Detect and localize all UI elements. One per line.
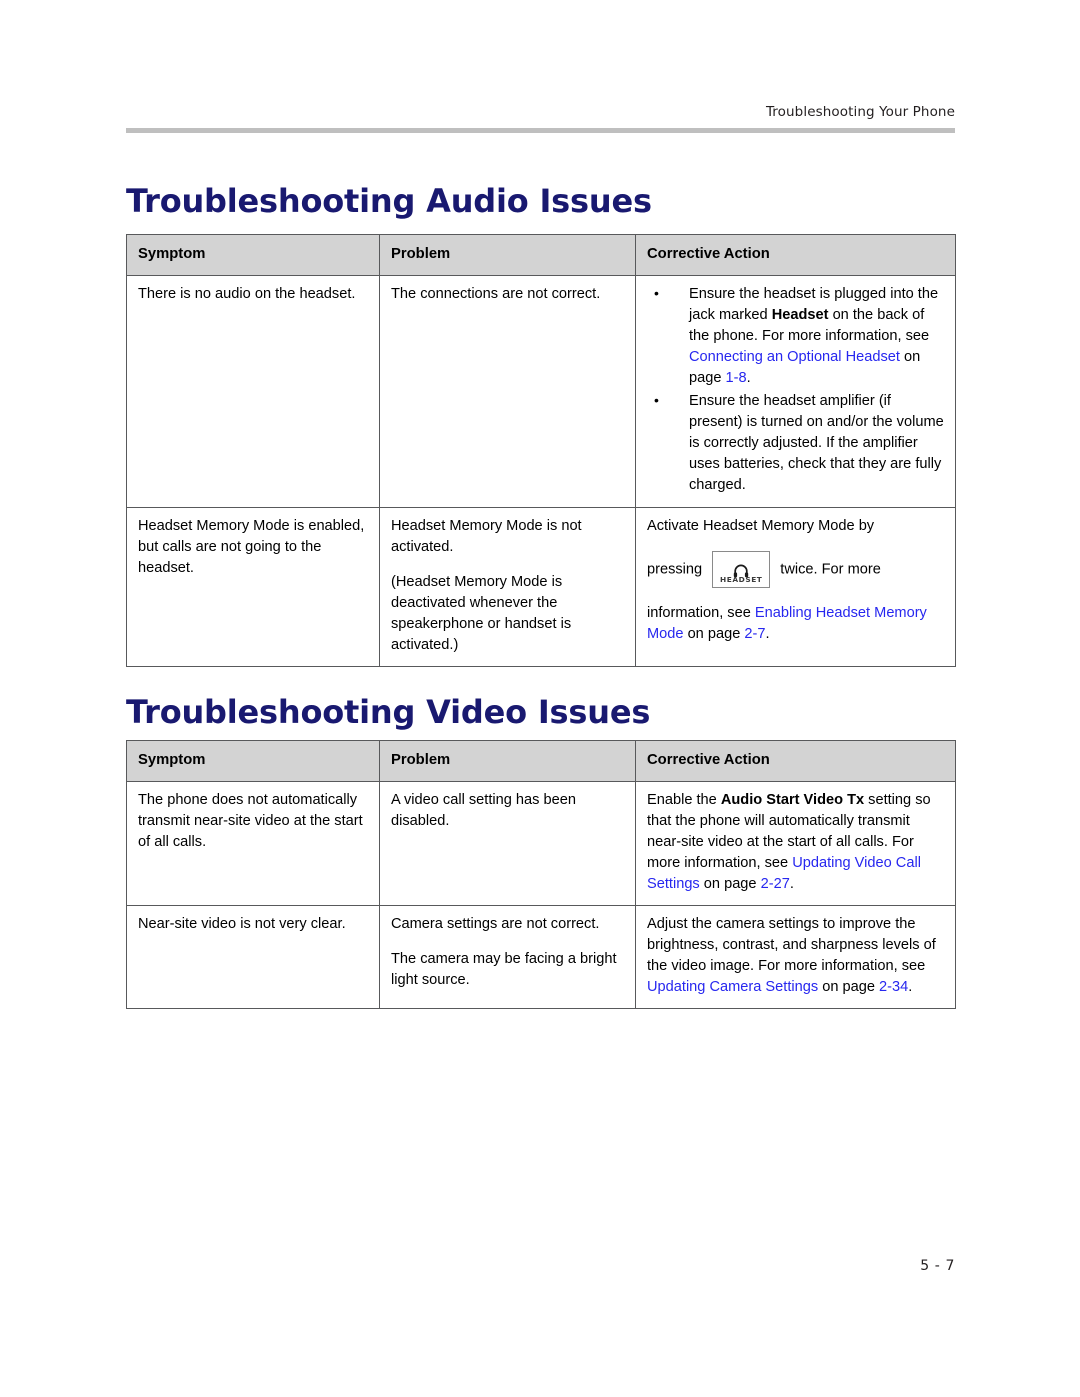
- corrective-action-text-with-key: pressing HEADSET twice. For more: [647, 551, 945, 589]
- cross-reference-link[interactable]: 2-27: [761, 876, 790, 892]
- text-run: Ensure the headset amplifier (if present…: [689, 393, 944, 494]
- list-item: Ensure the headset amplifier (if present…: [647, 390, 945, 496]
- headphone-icon: [713, 556, 769, 578]
- symptom-text: Headset Memory Mode is enabled, but call…: [138, 518, 365, 577]
- headset-key-label: HEADSET: [720, 574, 763, 584]
- text-run: on page: [683, 625, 745, 642]
- problem-text: A video call setting has been disabled.: [391, 792, 576, 830]
- troubleshooting-audio-table: Symptom Problem Corrective Action There …: [126, 233, 956, 668]
- table-header-row: Symptom Problem Corrective Action: [126, 739, 956, 783]
- text-run: Activate Headset Memory Mode by: [647, 518, 875, 535]
- symptom-text: There is no audio on the headset.: [138, 286, 356, 303]
- running-header: Troubleshooting Your Phone: [765, 104, 955, 120]
- column-header-corrective-action: Corrective Action: [635, 233, 956, 277]
- cell-symptom: There is no audio on the headset.: [126, 275, 380, 509]
- text-run: twice. For more: [776, 561, 881, 578]
- column-header-symptom: Symptom: [126, 739, 380, 783]
- corrective-action-text: Enable the Audio Start Video Tx setting …: [647, 790, 945, 895]
- column-header-symptom: Symptom: [126, 233, 380, 277]
- problem-text: The camera may be facing a bright light …: [391, 951, 617, 989]
- text-run: on page: [818, 979, 880, 996]
- headset-key-icon: HEADSET: [712, 551, 771, 589]
- emphasis-text: Audio Start Video Tx: [720, 792, 865, 809]
- cell-problem: Camera settings are not correct. The cam…: [379, 905, 636, 1010]
- cell-corrective-action: Ensure the headset is plugged into the j…: [635, 275, 956, 509]
- page-number: 5 - 7: [920, 1258, 955, 1274]
- text-run: .: [908, 979, 913, 996]
- page-title-audio: Troubleshooting Audio Issues: [126, 182, 652, 221]
- cross-reference-link[interactable]: 2-7: [744, 626, 765, 642]
- text-run: .: [746, 370, 751, 387]
- table-row: Near-site video is not very clear. Camer…: [126, 905, 956, 1010]
- text-run: Adjust the camera settings to improve th…: [647, 916, 936, 975]
- text-run: pressing: [647, 561, 707, 578]
- cell-corrective-action: Adjust the camera settings to improve th…: [635, 905, 956, 1010]
- cross-reference-link[interactable]: Connecting an Optional Headset: [689, 349, 900, 365]
- cell-symptom: Near-site video is not very clear.: [126, 905, 380, 1010]
- table-header-row: Symptom Problem Corrective Action: [126, 233, 956, 277]
- symptom-text: Near-site video is not very clear.: [138, 916, 346, 933]
- table-row: There is no audio on the headset. The co…: [126, 275, 956, 509]
- cell-problem: The connections are not correct.: [379, 275, 636, 509]
- cell-corrective-action: Activate Headset Memory Mode by pressing…: [635, 507, 956, 668]
- page-title-video: Troubleshooting Video Issues: [126, 693, 651, 732]
- cell-problem: Headset Memory Mode is not activated. (H…: [379, 507, 636, 668]
- column-header-problem: Problem: [379, 233, 636, 277]
- column-header-problem: Problem: [379, 739, 636, 783]
- table-row: Headset Memory Mode is enabled, but call…: [126, 507, 956, 668]
- cell-problem: A video call setting has been disabled.: [379, 781, 636, 907]
- corrective-action-text: Activate Headset Memory Mode by: [647, 516, 945, 537]
- problem-text: Headset Memory Mode is not activated.: [391, 518, 582, 556]
- troubleshooting-video-table: Symptom Problem Corrective Action The ph…: [126, 739, 956, 1010]
- corrective-action-text: Adjust the camera settings to improve th…: [647, 914, 945, 998]
- column-header-corrective-action: Corrective Action: [635, 739, 956, 783]
- corrective-action-text: information, see Enabling Headset Memory…: [647, 603, 945, 645]
- cell-symptom: Headset Memory Mode is enabled, but call…: [126, 507, 380, 668]
- table-row: The phone does not automatically transmi…: [126, 781, 956, 907]
- symptom-text: The phone does not automatically transmi…: [138, 792, 363, 851]
- problem-text: Camera settings are not correct.: [391, 916, 600, 933]
- text-run: Enable the: [647, 792, 721, 809]
- cell-symptom: The phone does not automatically transmi…: [126, 781, 380, 907]
- problem-text: (Headset Memory Mode is deactivated when…: [391, 574, 572, 654]
- corrective-action-bullet-list: Ensure the headset is plugged into the j…: [647, 283, 945, 496]
- problem-text: The connections are not correct.: [391, 286, 601, 303]
- header-rule-divider: [126, 128, 955, 133]
- text-run: information, see: [647, 604, 755, 621]
- emphasis-text: Headset: [771, 307, 829, 324]
- cell-corrective-action: Enable the Audio Start Video Tx setting …: [635, 781, 956, 907]
- list-item: Ensure the headset is plugged into the j…: [647, 283, 945, 389]
- text-run: .: [765, 625, 770, 642]
- cross-reference-link[interactable]: 1-8: [726, 370, 747, 386]
- text-run: on page: [699, 876, 761, 893]
- document-page: Troubleshooting Your Phone Troubleshooti…: [0, 0, 1080, 1397]
- cross-reference-link[interactable]: 2-34: [879, 979, 908, 995]
- text-run: .: [789, 876, 794, 893]
- cross-reference-link[interactable]: Updating Camera Settings: [647, 979, 818, 995]
